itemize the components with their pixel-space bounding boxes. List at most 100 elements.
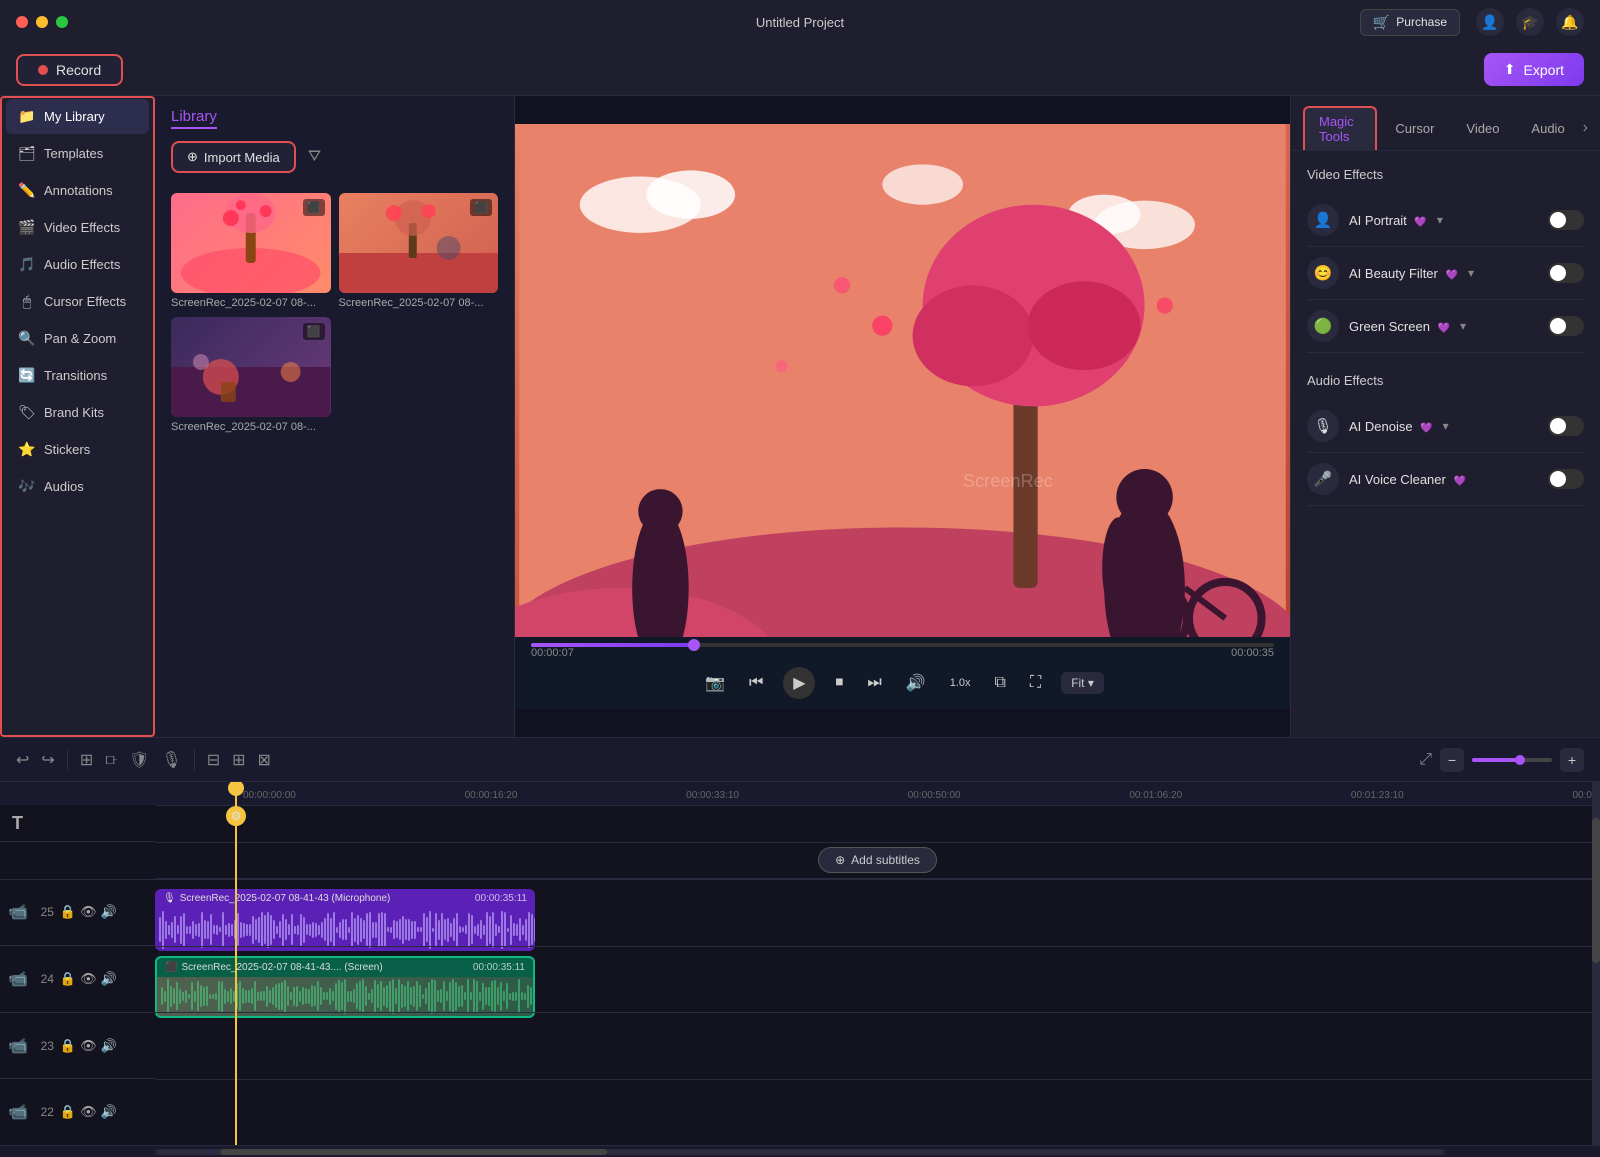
volume-button[interactable]: 🔊 [902,669,930,697]
sidebar-item-stickers[interactable]: ⭐ Stickers [6,432,149,467]
right-tabs: Magic Tools Cursor Video Audio › [1291,96,1600,151]
play-button[interactable]: ▶ [783,667,815,699]
tab-audio[interactable]: Audio [1517,115,1578,142]
waveform-bar [336,927,338,934]
library-tab[interactable]: Library [171,108,217,129]
right-content: Video Effects 👤 AI Portrait 💜 ▾ [1291,151,1600,737]
waveform-bar [359,981,361,1011]
notification-icon[interactable]: 🔔 [1556,8,1584,36]
sidebar-item-templates[interactable]: 🗂 Templates [6,136,149,171]
sidebar-item-brand-kits[interactable]: 🏷 Brand Kits [6,395,149,430]
zoom-in-button[interactable]: + [1560,748,1584,772]
layout-2-icon[interactable]: ⊞ [232,750,245,770]
waveform-bar [179,989,181,1004]
sidebar-item-my-library[interactable]: 📁 My Library [6,99,149,134]
ai-voice-toggle[interactable] [1548,469,1584,489]
audio-clip-25[interactable]: 🎙 ScreenRec_2025-02-07 08-41-43 (Microph… [155,889,535,951]
waveform-bar [182,992,184,1001]
scrollbar-thumb[interactable] [1592,818,1600,963]
track-23-eye[interactable]: 👁 [80,1038,97,1054]
track-24-lock[interactable]: 🔒 [60,971,76,987]
ai-portrait-dropdown[interactable]: ▾ [1437,213,1443,227]
waveform-bar [516,924,518,936]
step-forward-button[interactable]: ⏭ [863,670,885,696]
track-25-icons: 🔒 👁 🔊 [60,904,117,920]
waveform-bar [383,987,385,1006]
screenshot-button[interactable]: 📷 [701,669,729,697]
zoom-slider[interactable] [1472,758,1552,762]
trim-icon[interactable]: ⊞ [80,750,93,770]
track-25-audio[interactable]: 🔊 [101,904,117,920]
zoom-handle[interactable] [1515,755,1525,765]
track-22-audio[interactable]: 🔊 [101,1104,117,1120]
purchase-button[interactable]: 🛒 Purchase [1360,9,1460,36]
close-button[interactable] [16,16,28,28]
mic-icon[interactable]: 🎙 [161,750,181,770]
stickers-icon: ⭐ [18,441,36,458]
media-item-1[interactable]: ⬛ ScreenRec_2025-02-07 08-... [171,193,331,309]
video-clip-24[interactable]: ⬛ ScreenRec_2025-02-07 08-41-43.... (Scr… [155,956,535,1018]
track-22-eye[interactable]: 👁 [80,1104,97,1120]
record-button[interactable]: Record [16,54,123,86]
svg-text:ScreenRec: ScreenRec [963,471,1053,491]
track-row-25: 🎙 ScreenRec_2025-02-07 08-41-43 (Microph… [155,879,1600,945]
maximize-button[interactable] [56,16,68,28]
split-icon[interactable]: ⟥ [105,751,117,769]
progress-bar[interactable] [531,643,1274,647]
import-media-button[interactable]: ⊕ Import Media [171,141,296,173]
sidebar-item-annotations[interactable]: ✏️ Annotations [6,173,149,208]
ai-beauty-toggle[interactable] [1548,263,1584,283]
mask-icon[interactable]: 🛡 [129,750,149,770]
learn-icon[interactable]: 🎓 [1516,8,1544,36]
sidebar-item-transitions[interactable]: 🔄 Transitions [6,358,149,393]
timeline-scrollbar[interactable] [1592,782,1600,1145]
stop-button[interactable]: ⏹ [831,670,847,696]
horizontal-scrollbar[interactable] [0,1145,1600,1157]
fit-timeline-icon[interactable]: ⤢ [1419,751,1432,769]
fullscreen-button[interactable]: ⛶ [1026,670,1045,696]
fit-button[interactable]: Fit ▾ [1061,672,1104,694]
sidebar-item-pan-zoom[interactable]: 🔍 Pan & Zoom [6,321,149,356]
ai-beauty-dropdown[interactable]: ▾ [1468,266,1474,280]
pip-button[interactable]: ⧉ [991,670,1010,696]
sidebar-item-video-effects[interactable]: 🎬 Video Effects [6,210,149,245]
tab-magic-tools[interactable]: Magic Tools [1303,106,1377,150]
tab-video[interactable]: Video [1452,115,1513,142]
speed-button[interactable]: 1.0x [946,673,975,693]
green-screen-dropdown[interactable]: ▾ [1460,319,1466,333]
ai-denoise-toggle[interactable] [1548,416,1584,436]
track-24-eye[interactable]: 👁 [80,971,97,987]
track-22-lock[interactable]: 🔒 [60,1104,76,1120]
step-back-button[interactable]: ⏮ [745,670,767,696]
track-25-eye[interactable]: 👁 [80,904,97,920]
playhead[interactable]: ⚙ [235,782,237,1145]
tabs-arrow[interactable]: › [1583,119,1588,137]
track-23-lock[interactable]: 🔒 [60,1038,76,1054]
layout-1-icon[interactable]: ⊟ [207,750,220,770]
h-scrollbar-thumb[interactable] [220,1149,607,1155]
green-screen-toggle[interactable] [1548,316,1584,336]
filter-icon[interactable]: ⛛ [308,148,321,166]
media-item-3[interactable]: ⬛ ScreenRec_2025-02-07 08-... [171,317,331,433]
add-subtitles-button[interactable]: ⊕ Add subtitles [818,847,937,873]
track-24-audio[interactable]: 🔊 [101,971,117,987]
media-item-2[interactable]: ⬛ ScreenRec_2025-02-07 08-... [339,193,499,309]
tab-cursor[interactable]: Cursor [1381,115,1448,142]
user-icon[interactable]: 👤 [1476,8,1504,36]
minimize-button[interactable] [36,16,48,28]
ai-portrait-toggle[interactable] [1548,210,1584,230]
library-actions: ⊕ Import Media ⛛ [155,141,514,185]
sidebar-item-cursor-effects[interactable]: 🖱 Cursor Effects [6,284,149,319]
export-button[interactable]: ⬆ Export [1484,53,1584,86]
track-25-lock[interactable]: 🔒 [60,904,76,920]
layout-3-icon[interactable]: ⊠ [258,750,271,770]
undo-button[interactable]: ↩ [16,750,29,770]
redo-button[interactable]: ↪ [41,750,54,770]
ruler-mark-4: 00:01:06:20 [1129,790,1182,801]
ai-denoise-dropdown[interactable]: ▾ [1443,419,1449,433]
sidebar-item-audio-effects[interactable]: 🎵 Audio Effects [6,247,149,282]
zoom-out-button[interactable]: − [1440,748,1464,772]
track-23-audio[interactable]: 🔊 [101,1038,117,1054]
progress-handle[interactable] [688,639,700,651]
sidebar-item-audios[interactable]: 🎶 Audios [6,469,149,504]
